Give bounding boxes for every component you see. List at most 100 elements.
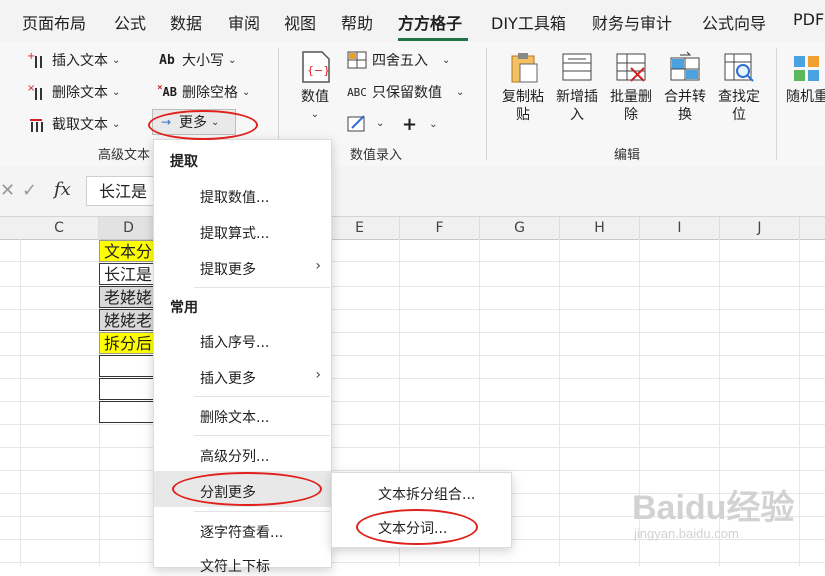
find-locate-button[interactable]: 查找定位 xyxy=(714,50,764,124)
group-label-advanced-text: 高级文本 xyxy=(98,148,151,163)
formula-bar: ✕ ✓ fx 长江是 xyxy=(0,166,825,217)
tab-help[interactable]: 帮助 xyxy=(341,10,373,34)
cell-d-split-header[interactable]: 拆分后 xyxy=(99,332,159,354)
ribbon-separator xyxy=(776,48,777,160)
find-icon xyxy=(722,50,756,84)
cancel-icon[interactable]: ✕ xyxy=(0,180,15,201)
delete-text-button[interactable]: × 删除文本 ⌄ xyxy=(26,82,120,102)
group-label-value-entry: 数值录入 xyxy=(350,148,403,163)
grid-line xyxy=(0,424,825,425)
chevron-down-icon: ⌄ xyxy=(112,86,121,98)
tab-data[interactable]: 数据 xyxy=(170,10,202,34)
chevron-down-icon: ⌄ xyxy=(429,119,438,130)
confirm-icon[interactable]: ✓ xyxy=(22,180,37,201)
extract-text-icon xyxy=(26,115,48,133)
chevron-down-icon: ⌄ xyxy=(376,117,385,129)
grid-line xyxy=(0,470,825,471)
case-button[interactable]: Ab 大小写 ⌄ xyxy=(156,50,236,70)
column-header-c[interactable]: C xyxy=(20,217,99,239)
edit-cell-button[interactable]: ⌄ xyxy=(346,114,384,132)
cell-d-empty[interactable] xyxy=(99,355,159,377)
menu-item-insert-more[interactable]: 插入更多 xyxy=(200,368,256,388)
delete-spaces-button[interactable]: × AB 删除空格 ⌄ xyxy=(156,82,250,102)
svg-text:×: × xyxy=(27,83,35,94)
chevron-down-icon: ⌄ xyxy=(112,118,121,130)
cell-d-text[interactable]: 长江是 xyxy=(99,263,159,285)
cell-d-text[interactable]: 姥姥老 xyxy=(99,309,159,331)
menu-divider xyxy=(194,287,330,288)
menu-divider xyxy=(194,396,330,397)
cell-d-header[interactable]: 文本分 xyxy=(99,240,159,262)
case-icon: Ab xyxy=(159,52,175,68)
delete-spaces-icon: × AB xyxy=(157,83,177,99)
baidu-watermark: Baidu经验 xyxy=(632,489,795,527)
menu-item-extract-values[interactable]: 提取数值... xyxy=(200,187,269,207)
delete-text-icon: × xyxy=(26,83,48,101)
tab-page-layout[interactable]: 页面布局 xyxy=(22,10,86,34)
clipboard-icon xyxy=(506,50,540,84)
svg-text:{−}: {−} xyxy=(307,64,330,77)
round-button[interactable]: 四舍五入 ⌄ xyxy=(346,50,450,70)
tab-formula-wizard[interactable]: 公式向导 xyxy=(702,10,766,34)
keep-values-icon: ABC xyxy=(347,85,367,99)
round-icon xyxy=(346,51,368,69)
column-header-h[interactable]: H xyxy=(560,217,640,239)
grid-line xyxy=(0,562,825,563)
column-header-f[interactable]: F xyxy=(400,217,480,239)
ribbon-separator xyxy=(486,48,487,160)
chevron-right-icon: › xyxy=(315,258,321,274)
menu-item-delete-text[interactable]: 删除文本... xyxy=(200,407,269,427)
function-icon[interactable]: fx xyxy=(54,179,71,200)
menu-item-char-view[interactable]: 逐字符查看... xyxy=(200,522,283,542)
tab-fangfang[interactable]: 方方格子 xyxy=(398,10,462,34)
menu-item-superscript[interactable]: 文符上下标 xyxy=(200,556,270,576)
annotation-ellipse-text-segmentation xyxy=(356,509,478,545)
tab-pdf[interactable]: PDF xyxy=(793,10,824,29)
menu-item-advanced-split[interactable]: 高级分列... xyxy=(200,446,269,466)
tab-formulas[interactable]: 公式 xyxy=(114,10,146,34)
menu-divider xyxy=(194,435,330,436)
chevron-down-icon: ⌄ xyxy=(242,86,251,98)
keep-values-button[interactable]: ABC 只保留数值 ⌄ xyxy=(346,82,464,102)
insert-rows-icon xyxy=(560,50,594,84)
insert-new-button[interactable]: 新增插入 xyxy=(552,50,602,124)
column-header-d[interactable]: D xyxy=(99,217,159,239)
cell-d-empty[interactable] xyxy=(99,378,159,400)
insert-text-button[interactable]: + 插入文本 ⌄ xyxy=(26,50,120,70)
random-repeat-button[interactable]: 随机重复 xyxy=(786,50,825,106)
cell-d-text[interactable]: 老姥姥 xyxy=(99,286,159,308)
tab-diy-toolbox[interactable]: DIY工具箱 xyxy=(491,10,566,34)
plus-icon: + xyxy=(402,114,418,135)
ribbon-tab-bar: 页面布局 公式 数据 审阅 视图 帮助 方方格子 DIY工具箱 财务与审计 公式… xyxy=(0,0,825,42)
submenu-item-text-split-combine[interactable]: 文本拆分组合... xyxy=(378,484,475,504)
cell-d-empty[interactable] xyxy=(99,401,159,423)
chevron-right-icon: › xyxy=(315,367,321,383)
column-header-j[interactable]: J xyxy=(720,217,800,239)
merge-convert-button[interactable]: 合并转换 xyxy=(660,50,710,124)
menu-divider xyxy=(194,511,330,512)
menu-section-extract: 提取 xyxy=(170,154,198,170)
add-button[interactable]: + ⌄ xyxy=(402,114,437,135)
value-icon: {−} xyxy=(298,50,332,84)
column-header-g[interactable]: G xyxy=(480,217,560,239)
chevron-down-icon: ⌄ xyxy=(310,109,320,120)
tab-review[interactable]: 审阅 xyxy=(228,10,260,34)
batch-delete-button[interactable]: 批量删除 xyxy=(606,50,656,124)
chevron-down-icon: ⌄ xyxy=(456,86,465,98)
grid-line xyxy=(0,447,825,448)
column-header-e[interactable]: E xyxy=(320,217,400,239)
chevron-down-icon: ⌄ xyxy=(228,54,237,66)
extract-text-button[interactable]: 截取文本 ⌄ xyxy=(26,114,120,134)
random-icon xyxy=(792,50,825,84)
insert-text-icon: + xyxy=(26,51,48,69)
tab-view[interactable]: 视图 xyxy=(284,10,316,34)
copy-paste-button[interactable]: 复制粘贴 xyxy=(498,50,548,124)
menu-item-insert-serial[interactable]: 插入序号... xyxy=(200,332,269,352)
menu-item-extract-formulas[interactable]: 提取算式... xyxy=(200,223,269,243)
column-header-i[interactable]: I xyxy=(640,217,720,239)
chevron-down-icon: ⌄ xyxy=(442,54,451,66)
tab-finance-audit[interactable]: 财务与审计 xyxy=(592,10,672,34)
delete-grid-icon xyxy=(614,50,648,84)
value-button[interactable]: {−} 数值 ⌄ xyxy=(290,50,340,124)
menu-item-extract-more[interactable]: 提取更多 xyxy=(200,259,256,279)
